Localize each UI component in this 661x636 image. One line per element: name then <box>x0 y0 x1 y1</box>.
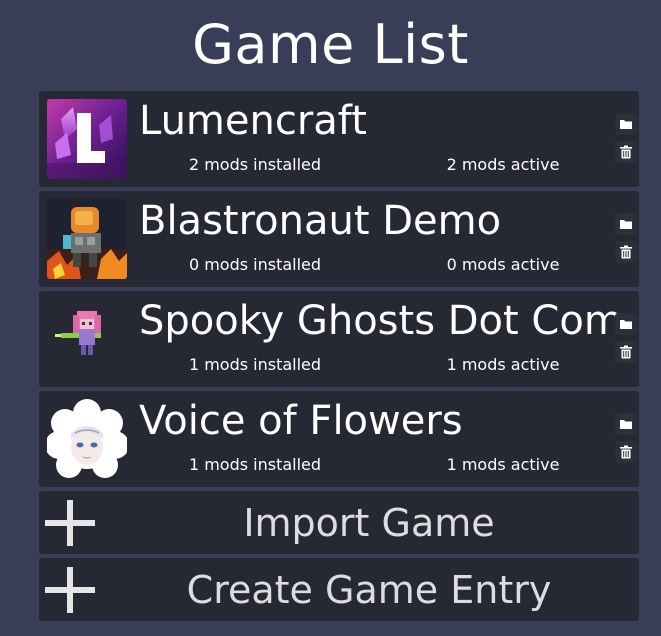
mods-installed-count: 0 mods installed <box>188 255 322 274</box>
game-name: Voice of Flowers <box>139 398 463 444</box>
folder-icon <box>620 120 632 129</box>
trash-icon <box>620 445 632 459</box>
game-name: Spooky Ghosts Dot Com <box>139 298 623 344</box>
mods-active-count: 0 mods active <box>446 255 560 274</box>
folder-icon <box>620 420 632 429</box>
trash-icon <box>620 245 632 259</box>
delete-game-button[interactable] <box>615 341 637 363</box>
mods-installed-count: 1 mods installed <box>188 455 322 474</box>
import-game-button[interactable]: Import Game <box>39 491 639 554</box>
open-folder-button[interactable] <box>615 113 637 135</box>
game-row-spooky-ghosts-dot-com[interactable]: Spooky Ghosts Dot Com 1 mods installed 1… <box>39 291 639 387</box>
create-game-entry-button[interactable]: Create Game Entry <box>39 558 639 621</box>
delete-game-button[interactable] <box>615 441 637 463</box>
game-name: Blastronaut Demo <box>139 198 502 244</box>
trash-icon <box>620 145 632 159</box>
blastronaut-thumbnail-icon <box>47 199 127 279</box>
game-row-voice-of-flowers[interactable]: Voice of Flowers 1 mods installed 1 mods… <box>39 391 639 487</box>
game-list: Lumencraft 2 mods installed 2 mods activ… <box>39 91 639 625</box>
plus-icon <box>45 567 95 613</box>
spooky-ghosts-thumbnail-icon <box>47 299 127 379</box>
delete-game-button[interactable] <box>615 141 637 163</box>
trash-icon <box>620 345 632 359</box>
delete-game-button[interactable] <box>615 241 637 263</box>
import-game-label: Import Game <box>243 501 495 545</box>
folder-icon <box>620 320 632 329</box>
voice-of-flowers-thumbnail-icon <box>47 399 127 479</box>
mods-installed-count: 1 mods installed <box>188 355 322 374</box>
plus-icon <box>45 500 95 546</box>
game-name: Lumencraft <box>139 98 367 144</box>
open-folder-button[interactable] <box>615 313 637 335</box>
open-folder-button[interactable] <box>615 213 637 235</box>
game-row-lumencraft[interactable]: Lumencraft 2 mods installed 2 mods activ… <box>39 91 639 187</box>
mods-installed-count: 2 mods installed <box>188 155 322 174</box>
mods-active-count: 1 mods active <box>446 355 560 374</box>
open-folder-button[interactable] <box>615 413 637 435</box>
lumencraft-thumbnail-icon <box>47 99 127 179</box>
folder-icon <box>620 220 632 229</box>
mods-active-count: 2 mods active <box>446 155 560 174</box>
create-game-entry-label: Create Game Entry <box>186 568 552 612</box>
mods-active-count: 1 mods active <box>446 455 560 474</box>
page-title: Game List <box>192 13 469 76</box>
game-row-blastronaut-demo[interactable]: Blastronaut Demo 0 mods installed 0 mods… <box>39 191 639 287</box>
